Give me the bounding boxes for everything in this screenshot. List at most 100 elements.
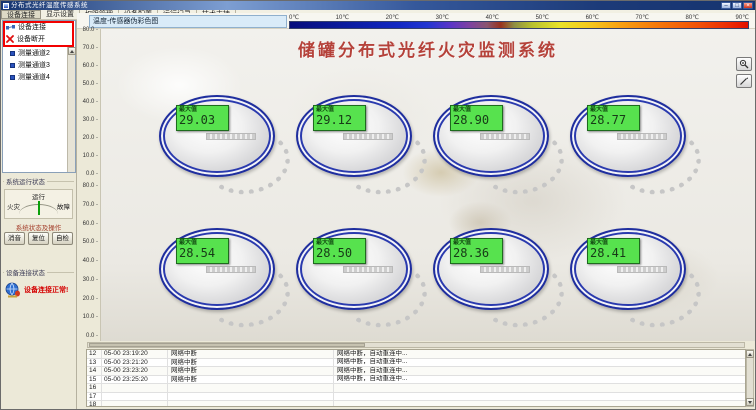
tick-label: 90℃ <box>736 14 749 21</box>
op-button[interactable]: 消音 <box>4 232 25 245</box>
axis-label: 40.0 <box>83 99 98 105</box>
axis-label: 50.0 <box>83 239 98 245</box>
window-title: 分布式光纤温度传感系统 <box>11 1 88 10</box>
tank-widget: 最大值 28.90 <box>433 95 549 177</box>
channel-bullet-icon <box>10 51 15 56</box>
axis-label: 20.0 <box>83 135 98 141</box>
close-button[interactable]: × <box>743 2 753 9</box>
axis-label: 30.0 <box>83 117 98 123</box>
log-row[interactable]: 18 <box>87 401 745 407</box>
channel-list-scrollbar[interactable] <box>67 47 75 172</box>
maximize-button[interactable]: □ <box>732 2 742 9</box>
scroll-up-icon[interactable] <box>746 350 754 358</box>
tick-label: 80℃ <box>686 14 699 21</box>
log-vertical-scrollbar[interactable] <box>746 349 754 407</box>
tank-widget: 最大值 28.50 <box>296 228 412 310</box>
tick-label: 70℃ <box>636 14 649 21</box>
log-event <box>168 401 334 407</box>
plot-horizontal-scrollbar[interactable] <box>87 342 745 348</box>
lcd-display: 最大值 28.54 <box>176 238 229 264</box>
menu-item[interactable]: 显示设置 <box>41 10 80 19</box>
log-index: 18 <box>87 401 102 407</box>
log-event <box>168 384 334 392</box>
channel-list: 测量通道2 测量通道3 测量通道4 <box>3 45 75 83</box>
connection-status-text: 设备连接正常! <box>24 285 68 295</box>
channel-bullet-icon <box>10 63 15 68</box>
tank-widget: 最大值 28.54 <box>159 228 275 310</box>
op-button[interactable]: 自检 <box>52 232 73 245</box>
tank-segments <box>617 266 667 273</box>
tank-segments <box>206 266 256 273</box>
log-time: 05-00 23:19:20 <box>102 350 168 358</box>
axis-label: 60.0 <box>83 63 98 69</box>
zoom-button[interactable] <box>736 57 752 71</box>
log-desc: 网络中断，自动重连中... <box>334 375 745 384</box>
axis-label: 80.0 <box>83 27 98 33</box>
axis-label: 10.0 <box>83 153 98 159</box>
log-event: 网络中断 <box>168 367 334 375</box>
tick-label: 0℃ <box>289 14 299 21</box>
tick-label: 10℃ <box>336 14 349 21</box>
log-event: 网络中断 <box>168 359 334 367</box>
minimize-button[interactable]: – <box>721 2 731 9</box>
tank-segments <box>206 133 256 140</box>
tank-segments <box>343 133 393 140</box>
log-desc: 网络中断，自动重连中... <box>334 358 745 367</box>
tick-label: 50℃ <box>536 14 549 21</box>
device-list-panel: 设备连接 设备断开 测量通道2 测量通道3 测量通道4 <box>2 20 76 173</box>
system-title: 储罐分布式光纤火灾监测系统 <box>101 36 755 61</box>
log-event: 网络中断 <box>168 376 334 384</box>
scroll-down-icon[interactable] <box>746 398 754 406</box>
channel-item[interactable]: 测量通道3 <box>3 59 75 71</box>
axis-label: 40.0 <box>83 258 98 264</box>
op-button[interactable]: 复位 <box>28 232 49 245</box>
gauge-run-label: 运行 <box>5 191 72 201</box>
channel-bullet-icon <box>10 75 15 80</box>
lcd-max-value: 28.54 <box>177 247 228 260</box>
pointer-pen-icon <box>739 76 749 86</box>
tank-segments <box>617 133 667 140</box>
tank-widget: 最大值 28.77 <box>570 95 686 177</box>
magnifier-icon <box>739 59 749 69</box>
log-event <box>168 393 334 401</box>
log-desc: 网络中断，自动重连中... <box>334 367 745 376</box>
temperature-colorbar <box>289 21 749 29</box>
lcd-max-value: 28.90 <box>451 114 502 127</box>
scroll-up-icon[interactable] <box>68 47 76 55</box>
channel-item[interactable]: 测量通道2 <box>3 47 75 59</box>
tick-label: 30℃ <box>436 14 449 21</box>
log-index: 12 <box>87 350 102 358</box>
pan-button[interactable] <box>736 74 752 88</box>
channel-label: 测量通道2 <box>18 48 50 58</box>
log-time <box>102 384 168 392</box>
log-row[interactable]: 17 <box>87 393 745 402</box>
channel-label: 测量通道3 <box>18 60 50 70</box>
lcd-display: 最大值 29.03 <box>176 105 229 131</box>
annotation-red-box <box>3 21 74 47</box>
log-time: 05-00 23:23:20 <box>102 367 168 375</box>
tank-widget: 最大值 28.36 <box>433 228 549 310</box>
axis-label: 20.0 <box>83 296 98 302</box>
axis-label: 30.0 <box>83 277 98 283</box>
gauge-needle <box>38 201 40 215</box>
tick-label: 20℃ <box>386 14 399 21</box>
channel-item[interactable]: 测量通道4 <box>3 71 75 83</box>
log-time: 05-00 23:21:20 <box>102 359 168 367</box>
log-row[interactable]: 15 05-00 23:25:20 网络中断 网络中断，自动重连中... <box>87 376 745 385</box>
connection-status: 设备连接正常! <box>5 282 68 298</box>
lcd-max-value: 28.41 <box>588 247 639 260</box>
menu-item[interactable]: 设备连接 <box>1 10 41 19</box>
device-status-icon <box>5 282 21 298</box>
axis-label: 70.0 <box>83 45 98 51</box>
lcd-max-value: 29.12 <box>314 114 365 127</box>
y-axis-channel-2: 80.070.060.050.040.030.020.010.00.0 <box>77 183 98 339</box>
lcd-display: 最大值 28.41 <box>587 238 640 264</box>
log-row[interactable]: 16 <box>87 384 745 393</box>
axis-label: 60.0 <box>83 221 98 227</box>
log-index: 13 <box>87 359 102 367</box>
scrollbar-thumb[interactable] <box>89 343 365 347</box>
op-buttons: 消音复位自检 <box>4 232 73 245</box>
tick-label: 60℃ <box>586 14 599 21</box>
tank-widget: 最大值 29.03 <box>159 95 275 177</box>
system-status-gauge: 运行 火灾 故障 <box>4 189 73 219</box>
